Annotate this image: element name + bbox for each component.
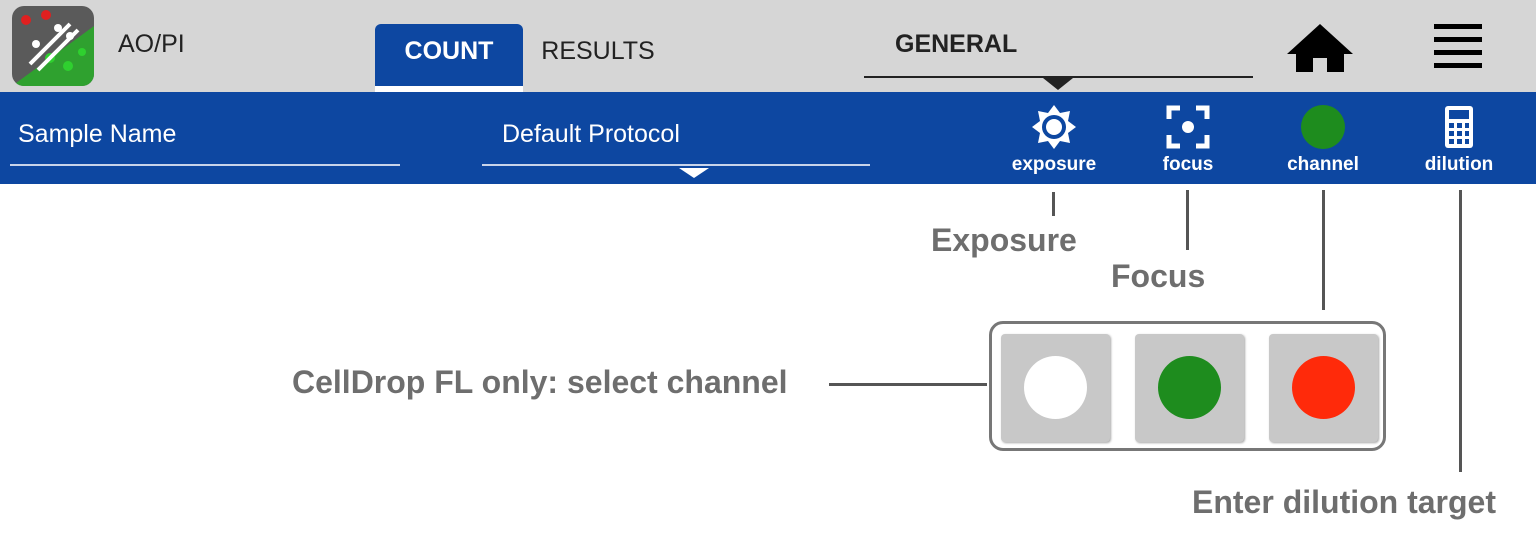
- protocol-select[interactable]: Default Protocol: [482, 120, 870, 166]
- sample-name-input[interactable]: Sample Name: [10, 120, 400, 166]
- channel-selector-panel: [989, 321, 1386, 451]
- channel-green-button[interactable]: [1135, 334, 1244, 442]
- exposure-button[interactable]: exposure: [1006, 104, 1102, 178]
- tab-results[interactable]: RESULTS: [530, 24, 666, 92]
- toolbar: Sample Name Default Protocol exposure fo…: [0, 92, 1536, 184]
- protocol-caret-icon: [679, 168, 709, 178]
- top-bar: AO/PI COUNT RESULTS GENERAL: [0, 0, 1536, 92]
- channel-select-callout: CellDrop FL only: select channel: [292, 364, 788, 400]
- protocol-label: AO/PI: [118, 30, 185, 58]
- dropdown-caret-icon: [1043, 78, 1073, 90]
- brightness-icon: [1032, 105, 1076, 149]
- white-dot-icon: [1024, 356, 1087, 419]
- channel-red-button[interactable]: [1269, 334, 1378, 442]
- hamburger-menu-icon[interactable]: [1430, 22, 1486, 72]
- focus-callout: Focus: [1111, 258, 1206, 294]
- dilution-callout-line: [1459, 190, 1462, 472]
- red-dot-icon: [1292, 356, 1355, 419]
- channel-label: channel: [1287, 154, 1359, 175]
- exposure-callout: Exposure: [931, 222, 1077, 258]
- channel-button[interactable]: channel: [1280, 104, 1366, 178]
- exposure-callout-line: [1052, 192, 1055, 216]
- dilution-label: dilution: [1424, 154, 1494, 175]
- exposure-label: exposure: [1011, 154, 1097, 175]
- channel-dot-icon: [1301, 105, 1345, 149]
- channel-white-button[interactable]: [1001, 334, 1110, 442]
- green-dot-icon: [1158, 356, 1221, 419]
- focus-icon: [1166, 105, 1210, 149]
- section-dropdown[interactable]: GENERAL: [864, 30, 1253, 78]
- channel-select-callout-line: [829, 383, 987, 386]
- cell-count-app-icon[interactable]: [12, 6, 94, 86]
- focus-callout-line: [1186, 190, 1189, 250]
- tab-count[interactable]: COUNT: [375, 24, 523, 92]
- calculator-icon: [1445, 106, 1473, 148]
- dilution-button[interactable]: dilution: [1418, 104, 1500, 178]
- focus-label: focus: [1162, 154, 1214, 175]
- home-icon[interactable]: [1285, 22, 1355, 74]
- focus-button[interactable]: focus: [1150, 104, 1226, 178]
- channel-callout-line: [1322, 190, 1325, 310]
- dilution-callout: Enter dilution target: [1192, 484, 1496, 520]
